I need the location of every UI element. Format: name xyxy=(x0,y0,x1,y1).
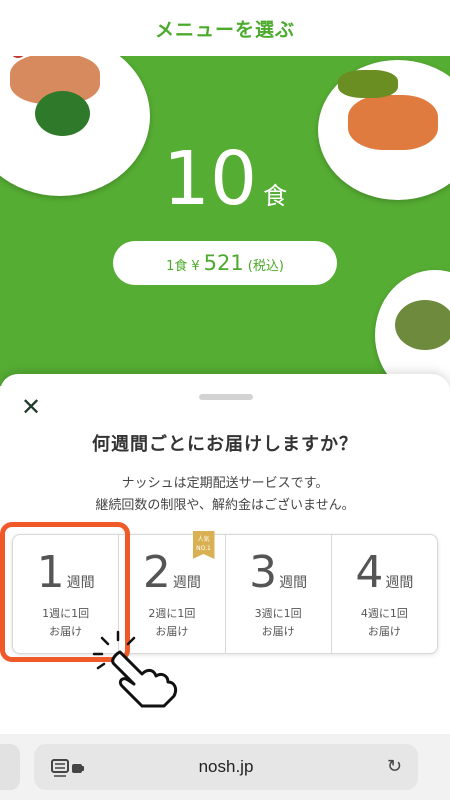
reload-icon[interactable]: ↻ xyxy=(387,756,402,777)
price-pill: 1食 ¥ 521 (税込) xyxy=(113,241,337,285)
option-3-week[interactable]: 3 週間 3週に1回 お届け xyxy=(226,535,332,653)
vegetable-food xyxy=(395,300,450,350)
hero-banner: 10 食 1食 ¥ 521 (税込) xyxy=(0,56,450,386)
close-icon[interactable]: ✕ xyxy=(20,395,42,419)
price-prefix: 1食 xyxy=(166,259,188,274)
url-text: nosh.jp xyxy=(198,757,254,776)
sheet-title: 何週間ごとにお届けしますか？ xyxy=(92,434,358,455)
tap-hand-icon xyxy=(92,630,178,708)
tab-switch-edge[interactable] xyxy=(0,744,20,790)
meal-count-number: 10 xyxy=(162,136,258,222)
delivery-frequency-sheet: ✕ 何週間ごとにお届けしますか？ ナッシュは定期配送サービスです。 継続回数の制… xyxy=(0,374,450,734)
option-line1: 3週に1回 xyxy=(254,607,302,620)
option-number: 2 xyxy=(142,547,171,598)
option-4-week[interactable]: 4 週間 4週に1回 お届け xyxy=(332,535,437,653)
price-tax-note: (税込) xyxy=(247,259,284,274)
option-line2: お届け xyxy=(367,625,401,638)
option-number: 3 xyxy=(249,547,278,598)
sheet-description-line1: ナッシュは定期配送サービスです。 xyxy=(121,476,329,491)
meal-count-unit: 食 xyxy=(263,182,288,210)
sheet-drag-handle[interactable] xyxy=(199,394,253,400)
option-unit: 週間 xyxy=(279,575,308,591)
option-unit: 週間 xyxy=(172,575,201,591)
option-unit: 週間 xyxy=(385,575,414,591)
price-amount: 521 xyxy=(203,251,244,275)
option-line1: 4週に1回 xyxy=(360,607,408,620)
broccoli-food xyxy=(35,91,90,136)
page-title: メニューを選ぶ xyxy=(154,18,295,41)
meal-count: 10 食 xyxy=(0,136,450,222)
browser-toolbar: nosh.jp ↻ xyxy=(0,734,450,800)
badge-line1: 人気 xyxy=(197,536,210,543)
address-bar[interactable]: nosh.jp ↻ xyxy=(34,744,418,790)
sheet-description-line2: 継続回数の制限や、解約金はございません。 xyxy=(95,498,355,513)
header: メニューを選ぶ xyxy=(0,0,450,56)
price-currency: ¥ xyxy=(191,259,200,274)
food-plate-bottom xyxy=(375,270,450,386)
option-line1: 2週に1回 xyxy=(148,607,196,620)
greens-food xyxy=(338,70,398,98)
option-line2: お届け xyxy=(261,625,295,638)
option-number: 4 xyxy=(355,547,384,598)
